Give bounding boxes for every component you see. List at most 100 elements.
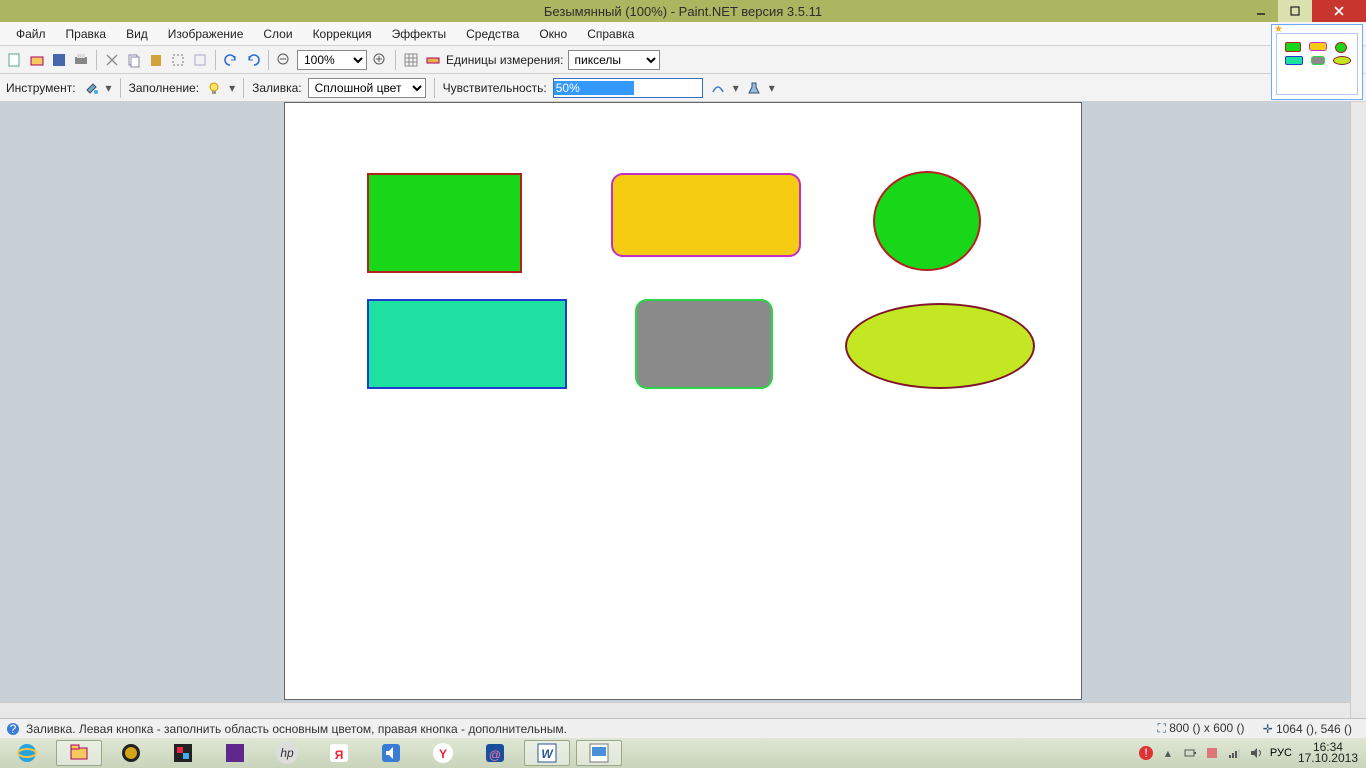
shape-rectangle-green bbox=[367, 173, 522, 273]
tray-language[interactable]: РУС bbox=[1270, 747, 1292, 759]
close-button[interactable] bbox=[1312, 0, 1366, 22]
bulb-icon[interactable] bbox=[205, 79, 223, 97]
print-icon[interactable] bbox=[72, 51, 90, 69]
toolbar-main: 100% Единицы измерения: пикселы bbox=[0, 46, 1366, 74]
separator bbox=[268, 50, 269, 70]
menu-adjust[interactable]: Коррекция bbox=[303, 24, 382, 44]
taskbar-explorer-icon[interactable] bbox=[56, 740, 102, 766]
shape-roundrect-gray bbox=[635, 299, 773, 389]
menubar: Файл Правка Вид Изображение Слои Коррекц… bbox=[0, 22, 1366, 46]
thumbnail-canvas bbox=[1276, 33, 1358, 95]
menu-view[interactable]: Вид bbox=[116, 24, 158, 44]
image-thumbnail-panel[interactable]: ★ bbox=[1271, 24, 1363, 100]
separator bbox=[395, 50, 396, 70]
system-tray: ! ▴ РУС 16:34 17.10.2013 bbox=[1138, 738, 1362, 768]
taskbar-mail-icon[interactable]: @ bbox=[472, 740, 518, 766]
menu-layers[interactable]: Слои bbox=[253, 24, 302, 44]
minimize-button[interactable] bbox=[1244, 0, 1278, 22]
separator bbox=[96, 50, 97, 70]
ruler-icon[interactable] bbox=[424, 51, 442, 69]
open-icon[interactable] bbox=[28, 51, 46, 69]
maximize-button[interactable] bbox=[1278, 0, 1312, 22]
taskbar-word-icon[interactable]: W bbox=[524, 740, 570, 766]
paste-icon[interactable] bbox=[147, 51, 165, 69]
svg-text:Y: Y bbox=[439, 747, 447, 761]
taskbar-hp-icon[interactable]: hp bbox=[264, 740, 310, 766]
titlebar: Безымянный (100%) - Paint.NET версия 3.5… bbox=[0, 0, 1366, 22]
shape-circle-green bbox=[873, 171, 981, 271]
taskbar-media-icon[interactable] bbox=[108, 740, 154, 766]
taskbar-ie-icon[interactable] bbox=[4, 740, 50, 766]
shape-ellipse-lime bbox=[845, 303, 1035, 389]
separator bbox=[215, 50, 216, 70]
crop-icon[interactable] bbox=[169, 51, 187, 69]
svg-text:@: @ bbox=[489, 748, 501, 762]
taskbar-purple-icon[interactable] bbox=[212, 740, 258, 766]
zoom-out-icon[interactable] bbox=[275, 51, 293, 69]
status-canvas-size: ⛶ 800 () x 600 () bbox=[1157, 721, 1244, 736]
tray-chevron-icon[interactable]: ▴ bbox=[1160, 745, 1176, 761]
separator bbox=[434, 78, 435, 98]
taskbar-y-icon[interactable]: Y bbox=[420, 740, 466, 766]
shape-roundrect-yellow bbox=[611, 173, 801, 257]
taskbar-paintnet-icon[interactable] bbox=[576, 740, 622, 766]
grid-icon[interactable] bbox=[402, 51, 420, 69]
fill-label: Заполнение: bbox=[129, 81, 199, 95]
deselect-icon[interactable] bbox=[191, 51, 209, 69]
workspace bbox=[0, 102, 1366, 718]
tool-label: Инструмент: bbox=[6, 81, 76, 95]
separator bbox=[243, 78, 244, 98]
menu-window[interactable]: Окно bbox=[529, 24, 577, 44]
tray-shield-icon[interactable]: ! bbox=[1138, 745, 1154, 761]
tray-volume-icon[interactable] bbox=[1248, 745, 1264, 761]
menu-edit[interactable]: Правка bbox=[56, 24, 117, 44]
statusbar: ? Заливка. Левая кнопка - заполнить обла… bbox=[0, 718, 1366, 738]
svg-text:?: ? bbox=[10, 722, 17, 736]
shape-rectangle-teal bbox=[367, 299, 567, 389]
svg-text:!: ! bbox=[1144, 746, 1147, 760]
copy-icon[interactable] bbox=[125, 51, 143, 69]
paintbucket-icon[interactable] bbox=[82, 79, 100, 97]
contiguous-icon[interactable] bbox=[709, 79, 727, 97]
window-controls bbox=[1244, 0, 1366, 22]
status-help-text: Заливка. Левая кнопка - заполнить област… bbox=[26, 722, 567, 736]
menu-help[interactable]: Справка bbox=[577, 24, 644, 44]
canvas[interactable] bbox=[284, 102, 1082, 700]
tolerance-label: Чувствительность: bbox=[443, 81, 547, 95]
vertical-scrollbar[interactable] bbox=[1350, 102, 1366, 718]
toolbar-tool: Инструмент: ▾ Заполнение: ▾ Заливка: Спл… bbox=[0, 74, 1366, 102]
taskbar-yandex-icon[interactable]: Я bbox=[316, 740, 362, 766]
units-label: Единицы измерения: bbox=[446, 53, 564, 67]
flood-label: Заливка: bbox=[252, 81, 302, 95]
window-title: Безымянный (100%) - Paint.NET версия 3.5… bbox=[544, 4, 822, 19]
tray-clock[interactable]: 16:34 17.10.2013 bbox=[1298, 742, 1362, 764]
menu-image[interactable]: Изображение bbox=[158, 24, 254, 44]
new-icon[interactable] bbox=[6, 51, 24, 69]
menu-effects[interactable]: Эффекты bbox=[382, 24, 457, 44]
units-select[interactable]: пикселы bbox=[568, 50, 660, 70]
taskbar-puzzle-icon[interactable] bbox=[160, 740, 206, 766]
menu-tools[interactable]: Средства bbox=[456, 24, 529, 44]
svg-text:Я: Я bbox=[335, 748, 344, 762]
flood-select[interactable]: Сплошной цвет bbox=[308, 78, 426, 98]
taskbar: hp Я Y @ W ! ▴ РУС 16:34 17.10.2013 bbox=[0, 738, 1366, 768]
undo-icon[interactable] bbox=[222, 51, 240, 69]
zoom-select[interactable]: 100% bbox=[297, 50, 367, 70]
separator bbox=[120, 78, 121, 98]
tray-battery-icon[interactable] bbox=[1182, 745, 1198, 761]
tray-network-icon[interactable] bbox=[1226, 745, 1242, 761]
tolerance-input[interactable]: 50% bbox=[553, 78, 703, 98]
zoom-in-icon[interactable] bbox=[371, 51, 389, 69]
menu-file[interactable]: Файл bbox=[6, 24, 56, 44]
status-cursor-pos: ✛ 1064 (), 546 () bbox=[1263, 722, 1352, 736]
horizontal-scrollbar[interactable] bbox=[0, 702, 1350, 718]
flask-icon[interactable] bbox=[745, 79, 763, 97]
svg-text:hp: hp bbox=[280, 746, 294, 760]
redo-icon[interactable] bbox=[244, 51, 262, 69]
svg-text:W: W bbox=[541, 747, 554, 761]
help-icon: ? bbox=[4, 720, 22, 738]
cut-icon[interactable] bbox=[103, 51, 121, 69]
tray-app-icon[interactable] bbox=[1204, 745, 1220, 761]
save-icon[interactable] bbox=[50, 51, 68, 69]
taskbar-speaker-icon[interactable] bbox=[368, 740, 414, 766]
